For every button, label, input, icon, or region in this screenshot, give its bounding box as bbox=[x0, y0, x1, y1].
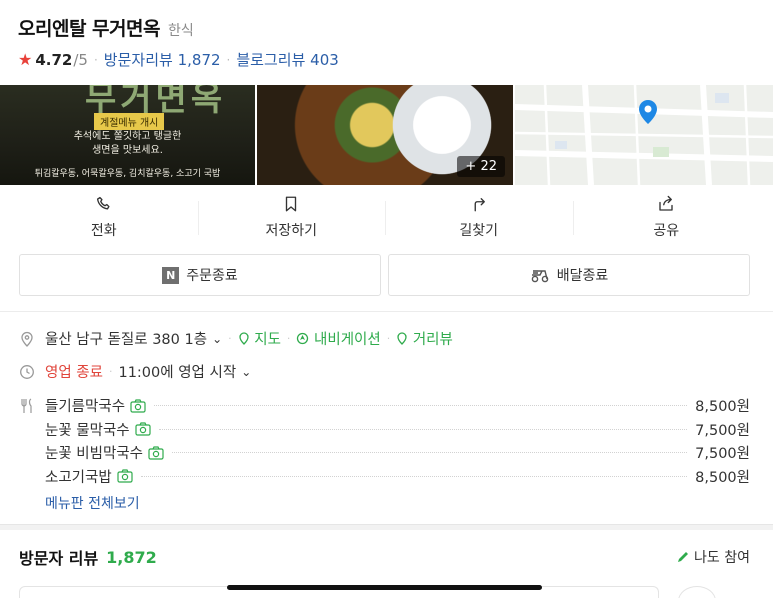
menu-item-price: 7,500원 bbox=[695, 422, 750, 439]
clock-icon bbox=[20, 364, 34, 379]
blog-reviews-count: 403 bbox=[310, 51, 339, 69]
camera-icon bbox=[148, 446, 164, 460]
hours-row: 영업 종료 · 11:00에 영업 시작 ⌄ bbox=[19, 361, 251, 382]
write-review-button[interactable]: 나도 참여 bbox=[676, 547, 750, 567]
menu-item[interactable]: 눈꽃 비빔막국수 7,500원 bbox=[19, 441, 750, 465]
place-header: 오리엔탈 무거면옥 한식 ★ 4.72 /5 · 방문자리뷰 1,872 · 블… bbox=[18, 14, 758, 70]
map-pin-icon bbox=[238, 332, 249, 345]
write-review-label: 나도 참여 bbox=[694, 550, 750, 566]
address-row: 울산 남구 돋질로 380 1층 ⌄ · 지도 · 내비게이션 · 거리뷰 bbox=[19, 328, 453, 349]
dotted-leader bbox=[172, 452, 688, 454]
camera-icon bbox=[130, 399, 146, 413]
menu-item[interactable]: 소고기국밥 8,500원 bbox=[19, 465, 750, 489]
rating-max: /5 bbox=[73, 50, 88, 69]
menu-item-name: 눈꽃 물막국수 bbox=[45, 422, 130, 439]
chevron-down-icon[interactable]: ⌄ bbox=[212, 332, 222, 346]
photo-caption-line3: 튀김칼우동, 어묵칼우동, 김치칼우동, 소고기 국밥 bbox=[34, 169, 221, 179]
directions-button[interactable]: 길찾기 bbox=[385, 195, 573, 245]
call-label: 전화 bbox=[90, 223, 117, 239]
order-button[interactable]: N 주문종료 bbox=[19, 254, 381, 296]
separator-dot: · bbox=[108, 365, 113, 378]
full-menu-link[interactable]: 메뉴판 전체보기 bbox=[45, 493, 750, 513]
navigation-link[interactable]: 내비게이션 bbox=[296, 328, 381, 349]
rating-score: 4.72 bbox=[35, 50, 73, 69]
menu-item-name: 눈꽃 비빔막국수 bbox=[45, 446, 143, 463]
place-category: 한식 bbox=[167, 23, 194, 39]
chevron-down-icon[interactable]: ⌄ bbox=[241, 365, 251, 379]
visitor-reviews-count: 1,872 bbox=[177, 51, 221, 69]
camera-icon bbox=[117, 469, 133, 483]
location-map-thumbnail[interactable] bbox=[515, 85, 773, 185]
menu-item-price: 8,500원 bbox=[695, 399, 750, 416]
menu-item[interactable]: 눈꽃 물막국수 7,500원 bbox=[19, 418, 750, 442]
dotted-leader bbox=[140, 475, 688, 477]
bookmark-icon bbox=[286, 196, 297, 212]
separator-dot: · bbox=[93, 52, 98, 67]
review-section-title: 방문자 리뷰 bbox=[19, 549, 99, 568]
photo-menu-board[interactable]: 무거면옥 계절메뉴 개시 추석에도 쫄깃하고 탱글한 생면을 맛보세요. 튀김칼… bbox=[0, 85, 255, 185]
map-graphic bbox=[515, 85, 773, 185]
separator-dot: · bbox=[286, 332, 291, 345]
save-label: 저장하기 bbox=[265, 223, 318, 239]
rating-row: ★ 4.72 /5 · 방문자리뷰 1,872 · 블로그리뷰 403 bbox=[18, 49, 758, 70]
pencil-icon bbox=[678, 552, 689, 562]
section-divider bbox=[0, 311, 773, 312]
directions-icon bbox=[474, 198, 485, 212]
review-count: 1,872 bbox=[106, 547, 157, 567]
save-button[interactable]: 저장하기 bbox=[197, 195, 386, 245]
menu-list: 들기름막국수 8,500원 눈꽃 물막국수 7,500원 눈꽃 비빔막국수 7,… bbox=[19, 394, 750, 513]
phone-icon bbox=[96, 196, 110, 210]
delivery-button[interactable]: 배달종료 bbox=[388, 254, 750, 296]
menu-item-name: 들기름막국수 bbox=[45, 399, 126, 416]
dotted-leader bbox=[154, 405, 688, 407]
menu-item-price: 8,500원 bbox=[695, 469, 750, 486]
business-status: 영업 종료 bbox=[45, 365, 103, 381]
share-icon bbox=[659, 195, 673, 211]
next-open-time: 11:00에 영업 시작 bbox=[118, 365, 237, 381]
location-pin-icon bbox=[21, 331, 33, 347]
star-icon: ★ bbox=[18, 50, 33, 69]
separator-dot: · bbox=[228, 332, 232, 345]
naver-order-icon: N bbox=[162, 266, 180, 284]
menu-item[interactable]: 들기름막국수 8,500원 bbox=[19, 394, 750, 418]
navigation-icon bbox=[297, 332, 309, 345]
utensils-icon bbox=[21, 398, 32, 413]
share-label: 공유 bbox=[653, 223, 680, 239]
map-link-label: 지도 bbox=[254, 332, 281, 348]
delivery-button-label: 배달종료 bbox=[556, 268, 609, 284]
photo-strip: 무거면옥 계절메뉴 개시 추석에도 쫄깃하고 탱글한 생면을 맛보세요. 튀김칼… bbox=[0, 85, 773, 185]
share-button[interactable]: 공유 bbox=[572, 195, 761, 245]
photo-caption-line1: 추석에도 쫄깃하고 탱글한 bbox=[73, 131, 182, 142]
review-nav-button[interactable] bbox=[678, 586, 716, 598]
more-photos-count[interactable]: + 22 bbox=[457, 156, 505, 177]
camera-icon bbox=[135, 422, 151, 436]
separator-dot: · bbox=[226, 52, 231, 67]
delivery-scooter-icon bbox=[531, 270, 549, 283]
street-view-icon bbox=[397, 332, 407, 345]
action-bar: 전화 저장하기 길찾기 공유 bbox=[10, 195, 760, 245]
navigation-link-label: 내비게이션 bbox=[314, 332, 381, 348]
street-view-link[interactable]: 거리뷰 bbox=[396, 328, 453, 349]
review-header: 방문자 리뷰 1,872 나도 참여 bbox=[19, 545, 750, 569]
call-button[interactable]: 전화 bbox=[10, 195, 198, 245]
map-link[interactable]: 지도 bbox=[238, 328, 281, 349]
visitor-reviews-link[interactable]: 방문자리뷰 1,872 bbox=[104, 49, 221, 70]
order-button-row: N 주문종료 배달종료 bbox=[19, 254, 750, 296]
place-title: 오리엔탈 무거면옥 bbox=[18, 18, 160, 40]
dotted-leader bbox=[158, 428, 688, 430]
blog-reviews-label: 블로그리뷰 bbox=[236, 51, 306, 69]
menu-item-price: 7,500원 bbox=[695, 446, 750, 463]
address-text: 울산 남구 돋질로 380 1층 bbox=[45, 332, 208, 348]
photo-food[interactable]: + 22 bbox=[257, 85, 513, 185]
home-indicator bbox=[227, 585, 542, 590]
visitor-reviews-label: 방문자리뷰 bbox=[103, 51, 173, 69]
street-view-link-label: 거리뷰 bbox=[412, 332, 453, 348]
photo-caption-line2: 생면을 맛보세요. bbox=[92, 145, 163, 156]
order-button-label: 주문종료 bbox=[186, 268, 238, 284]
blog-reviews-link[interactable]: 블로그리뷰 403 bbox=[236, 49, 338, 70]
menu-item-name: 소고기국밥 bbox=[45, 469, 112, 486]
directions-label: 길찾기 bbox=[459, 223, 499, 239]
section-gap bbox=[0, 524, 773, 530]
separator-dot: · bbox=[386, 332, 391, 345]
